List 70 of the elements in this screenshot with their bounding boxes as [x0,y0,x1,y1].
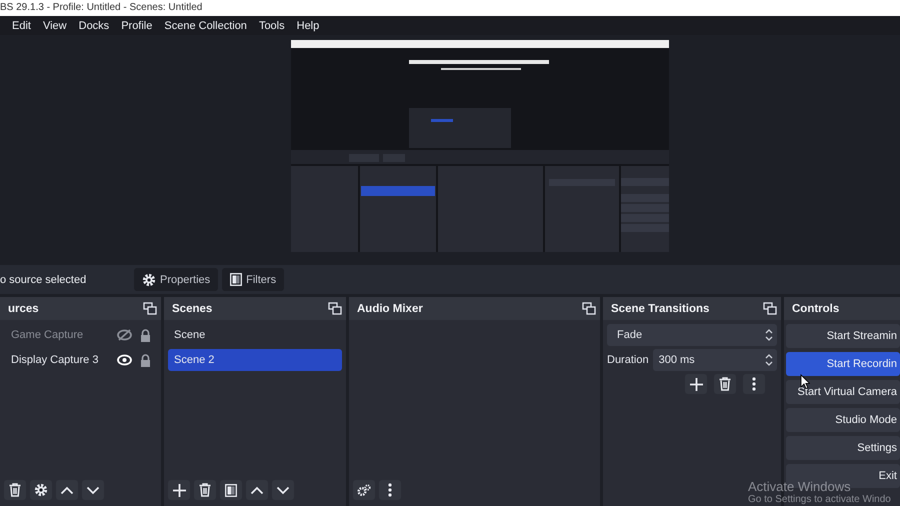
scene-item[interactable]: Scene [168,324,342,346]
remove-button[interactable] [194,480,216,500]
spin-arrows-icon [765,328,773,342]
settings-button[interactable] [30,480,52,500]
move-up-button[interactable] [56,480,78,500]
control-button[interactable]: Start Streamin [786,324,900,348]
trash-icon [719,377,731,391]
more-icon [752,377,756,391]
chevron-up-icon [250,486,264,494]
add-button[interactable] [168,480,190,500]
dock-title: Audio Mixer [357,302,423,314]
dock-title: urces [8,302,39,314]
chevron-down-icon [276,486,290,494]
dock-float-icon[interactable] [328,302,342,315]
dock-title: Controls [792,302,840,314]
move-up-button[interactable] [246,480,268,500]
control-button[interactable]: Studio Mode [786,408,900,432]
gears-icon [357,484,371,496]
dock-title: Scene Transitions [611,302,710,314]
chevron-up-icon [60,486,74,494]
activation-hint: Go to Settings to activate Windo [748,494,891,506]
remove-button[interactable] [714,374,736,394]
spin-arrows-icon [765,353,773,367]
transition-dropdown[interactable]: Fade [607,324,777,346]
filters-button[interactable]: Filters [222,268,284,291]
menu-item[interactable]: Scene Collection [164,20,247,32]
scene-item[interactable]: Scene 2 [168,349,342,371]
trash-icon [9,483,21,497]
filter-icon [225,484,237,496]
source-name[interactable]: Display Capture 3 [11,354,109,366]
menu-item[interactable]: Docks [78,20,110,32]
gear-icon [142,272,156,286]
window-title: BS 29.1.3 - Profile: Untitled - Scenes: Untitled [0,2,202,13]
duration-field[interactable]: 300 ms [652,349,777,371]
trash-icon [199,483,211,497]
filter-icon [230,273,242,286]
lock-icon[interactable] [140,328,151,342]
mouse-cursor-icon [800,374,810,389]
remove-button[interactable] [4,480,26,500]
plus-icon [690,378,702,390]
dock-float-icon[interactable] [143,302,157,315]
advanced-audio-button[interactable] [353,480,375,500]
control-button[interactable]: Settings [786,436,900,460]
gear-icon [34,483,48,497]
source-name[interactable]: Game Capture [11,329,109,341]
dock-title: Scenes [172,302,212,314]
duration-label: Duration [607,354,649,366]
control-button[interactable]: Start Virtual Camera [786,380,900,404]
dock-float-icon[interactable] [763,302,777,315]
properties-button[interactable]: Properties [134,268,218,291]
status-text: o source selected [0,274,88,286]
dock-float-icon[interactable] [582,302,596,315]
eye-icon[interactable] [117,354,132,366]
add-button[interactable] [685,374,707,394]
control-button[interactable]: Start Recordin [786,352,900,376]
move-down-button[interactable] [82,480,104,500]
menu-item[interactable]: Edit [12,20,31,32]
more-button[interactable] [743,374,765,394]
eye-slash-icon[interactable] [117,329,132,341]
more-button[interactable] [379,480,401,500]
lock-icon[interactable] [140,354,151,366]
filters-button[interactable] [220,480,242,500]
menu-item[interactable]: Tools [258,20,285,32]
move-down-button[interactable] [272,480,294,500]
menu-item[interactable]: Profile [121,20,152,32]
menu-item[interactable]: Help [296,20,320,32]
more-icon [388,483,392,497]
plus-icon [172,484,186,496]
menu-item[interactable]: View [42,20,67,32]
chevron-down-icon [86,486,100,494]
